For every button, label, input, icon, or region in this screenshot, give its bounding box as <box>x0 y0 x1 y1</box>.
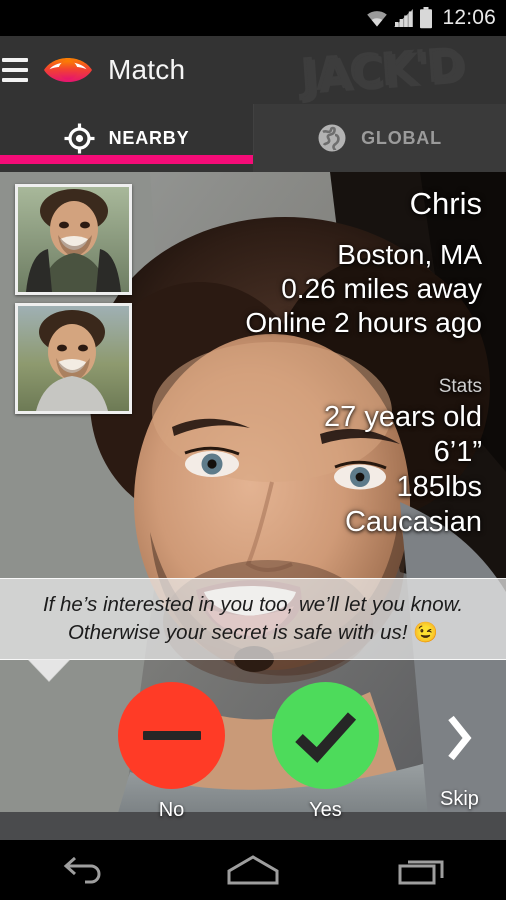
profile-details: Chris Boston, MA 0.26 miles away Online … <box>245 184 482 540</box>
target-crosshair-icon <box>64 123 95 153</box>
stat-age: 27 years old <box>324 401 482 433</box>
tab-active-indicator <box>0 155 253 164</box>
recents-button[interactable] <box>382 848 462 892</box>
winking-face-emoji-icon: 😉 <box>413 622 439 644</box>
checkmark-icon <box>294 711 356 763</box>
status-bar-clock: 12:06 <box>442 6 496 29</box>
stat-weight: 185lbs <box>396 471 482 503</box>
hamburger-menu-icon[interactable] <box>2 58 28 82</box>
system-navigation-bar <box>0 840 506 900</box>
stat-height: 6’1” <box>433 436 482 468</box>
yes-button[interactable]: Yes <box>272 682 379 822</box>
page-title: Match <box>108 54 186 85</box>
wifi-icon <box>367 11 388 27</box>
no-button[interactable]: No <box>118 682 225 822</box>
stats-heading: Stats <box>438 376 482 397</box>
home-button[interactable] <box>213 848 293 892</box>
home-icon <box>227 855 279 885</box>
tooltip-pointer-arrow <box>28 659 70 681</box>
status-bar-icons <box>365 7 433 29</box>
skip-button-label: Skip <box>440 788 479 810</box>
tab-nearby-label: NEARBY <box>108 127 190 148</box>
thumbnail-strip <box>15 184 132 414</box>
recents-icon <box>398 860 444 885</box>
profile-location: Boston, MA <box>337 239 482 270</box>
yes-button-label: Yes <box>309 799 342 821</box>
tooltip-line-1: If he’s interested in you too, we’ll let… <box>42 593 464 616</box>
svg-text:JACK'D: JACK'D <box>295 37 464 102</box>
svg-text:JACK'D: JACK'D <box>298 40 467 104</box>
skip-button[interactable]: Skip <box>440 710 479 811</box>
tab-divider <box>253 104 254 156</box>
yes-button-circle <box>272 682 379 789</box>
app-root: 12:06 JACK'D JACK'D Match NEARBY GLOBAL … <box>0 0 506 900</box>
stat-ethnicity: Caucasian <box>344 506 482 538</box>
profile-thumbnail-2[interactable] <box>15 303 132 414</box>
jackd-watermark: JACK'D JACK'D <box>295 37 467 104</box>
tooltip-line-2-wrap: Otherwise your secret is safe with us! 😉 <box>68 619 438 647</box>
no-button-label: No <box>158 799 185 821</box>
globe-icon <box>318 124 346 152</box>
tab-global-label: GLOBAL <box>361 127 442 148</box>
profile-distance: 0.26 miles away <box>281 273 482 304</box>
back-button[interactable] <box>44 848 124 892</box>
back-icon <box>64 856 101 884</box>
action-bar: JACK'D JACK'D Match <box>0 36 506 104</box>
tooltip-line-2: Otherwise your secret is safe with us! <box>67 621 408 644</box>
no-button-circle <box>118 682 225 789</box>
cellular-signal-icon <box>394 9 414 27</box>
privacy-tooltip: If he’s interested in you too, we’ll let… <box>0 578 506 660</box>
action-button-bar: No Yes Skip <box>0 660 506 840</box>
minus-icon <box>142 731 201 740</box>
profile-name: Chris <box>409 186 482 221</box>
status-bar: 12:06 <box>0 0 506 36</box>
eye-logo-icon <box>42 53 94 87</box>
tab-global[interactable]: GLOBAL <box>253 104 506 172</box>
battery-icon <box>420 7 433 29</box>
chevron-right-icon <box>444 710 474 766</box>
profile-thumbnail-1[interactable] <box>15 184 132 295</box>
profile-last-online: Online 2 hours ago <box>245 307 482 338</box>
